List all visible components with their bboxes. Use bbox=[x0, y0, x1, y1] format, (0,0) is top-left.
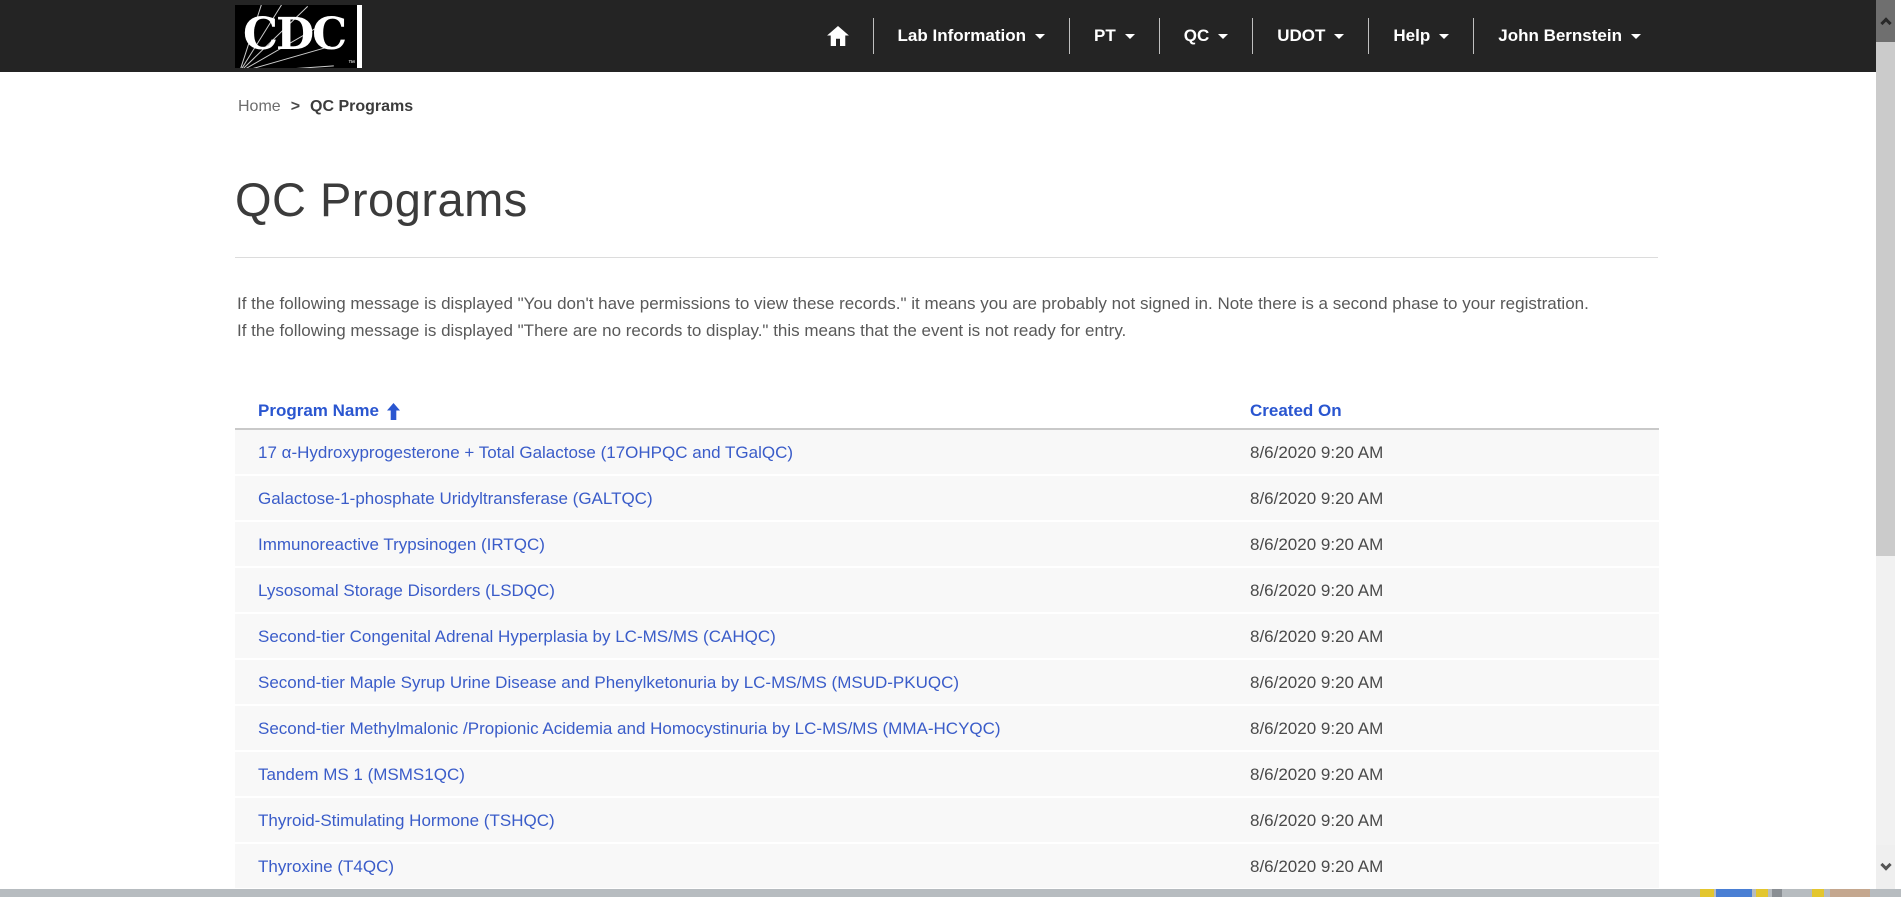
column-header-label: Program Name bbox=[258, 401, 379, 421]
title-divider bbox=[235, 257, 1658, 258]
cdc-logo[interactable]: CDC ™ bbox=[235, 5, 362, 68]
cdc-logo-trademark: ™ bbox=[348, 60, 355, 67]
chevron-up-icon bbox=[1880, 17, 1891, 28]
column-header-program-name[interactable]: Program Name bbox=[258, 401, 400, 421]
background-window-sliver bbox=[0, 889, 1901, 897]
table-row: 17 α-Hydroxyprogesterone + Total Galacto… bbox=[235, 430, 1659, 476]
top-navbar: CDC ™ Lab Information PT QC UDOT bbox=[0, 0, 1901, 72]
program-link[interactable]: Lysosomal Storage Disorders (LSDQC) bbox=[258, 581, 555, 601]
permissions-notice: If the following message is displayed "Y… bbox=[237, 291, 1635, 344]
nav-item-label: PT bbox=[1094, 26, 1116, 46]
table-row: Immunoreactive Trypsinogen (IRTQC) 8/6/2… bbox=[235, 522, 1659, 568]
cdc-logo-bar bbox=[357, 5, 362, 68]
chevron-down-icon bbox=[1439, 34, 1449, 39]
program-link[interactable]: Second-tier Maple Syrup Urine Disease an… bbox=[258, 673, 959, 693]
table-row: Galactose-1-phosphate Uridyltransferase … bbox=[235, 476, 1659, 522]
notice-line-2: If the following message is displayed "T… bbox=[237, 318, 1635, 345]
program-link[interactable]: Second-tier Methylmalonic /Propionic Aci… bbox=[258, 719, 1001, 739]
nav-item-lab-information[interactable]: Lab Information bbox=[874, 0, 1069, 72]
nav-item-label: QC bbox=[1184, 26, 1210, 46]
nav-item-help[interactable]: Help bbox=[1369, 0, 1473, 72]
table-row: Second-tier Maple Syrup Urine Disease an… bbox=[235, 660, 1659, 706]
created-on-value: 8/6/2020 9:20 AM bbox=[1250, 673, 1383, 693]
chevron-down-icon bbox=[1125, 34, 1135, 39]
nav-user-menu[interactable]: John Bernstein bbox=[1474, 0, 1665, 72]
scrollbar-thumb[interactable] bbox=[1876, 42, 1895, 556]
breadcrumb: Home > QC Programs bbox=[238, 98, 413, 116]
nav-item-label: Lab Information bbox=[898, 26, 1026, 46]
created-on-value: 8/6/2020 9:20 AM bbox=[1250, 811, 1383, 831]
nav-item-qc[interactable]: QC bbox=[1160, 0, 1253, 72]
table-row: Thyroid-Stimulating Hormone (TSHQC) 8/6/… bbox=[235, 798, 1659, 844]
nav-item-label: Help bbox=[1393, 26, 1430, 46]
program-link[interactable]: Tandem MS 1 (MSMS1QC) bbox=[258, 765, 465, 785]
table-row: Lysosomal Storage Disorders (LSDQC) 8/6/… bbox=[235, 568, 1659, 614]
created-on-value: 8/6/2020 9:20 AM bbox=[1250, 627, 1383, 647]
scroll-up-button[interactable] bbox=[1876, 0, 1895, 42]
created-on-value: 8/6/2020 9:20 AM bbox=[1250, 765, 1383, 785]
breadcrumb-current: QC Programs bbox=[310, 98, 413, 115]
sort-ascending-icon bbox=[387, 403, 400, 420]
program-link[interactable]: Galactose-1-phosphate Uridyltransferase … bbox=[258, 489, 653, 509]
breadcrumb-home-link[interactable]: Home bbox=[238, 98, 281, 115]
nav-item-pt[interactable]: PT bbox=[1070, 0, 1159, 72]
program-link[interactable]: 17 α-Hydroxyprogesterone + Total Galacto… bbox=[258, 443, 793, 463]
chevron-down-icon bbox=[1880, 859, 1891, 870]
created-on-value: 8/6/2020 9:20 AM bbox=[1250, 489, 1383, 509]
program-link[interactable]: Immunoreactive Trypsinogen (IRTQC) bbox=[258, 535, 545, 555]
created-on-value: 8/6/2020 9:20 AM bbox=[1250, 581, 1383, 601]
created-on-value: 8/6/2020 9:20 AM bbox=[1250, 857, 1383, 877]
chevron-down-icon bbox=[1334, 34, 1344, 39]
cdc-logo-text: CDC bbox=[243, 9, 345, 60]
nav-item-label: UDOT bbox=[1277, 26, 1325, 46]
chevron-down-icon bbox=[1218, 34, 1228, 39]
program-link[interactable]: Second-tier Congenital Adrenal Hyperplas… bbox=[258, 627, 776, 647]
main-nav: Lab Information PT QC UDOT Help John Ber… bbox=[803, 0, 1665, 72]
created-on-value: 8/6/2020 9:20 AM bbox=[1250, 535, 1383, 555]
nav-user-name: John Bernstein bbox=[1498, 26, 1622, 46]
notice-line-1: If the following message is displayed "Y… bbox=[237, 291, 1635, 318]
qc-programs-table: Program Name Created On 17 α-Hydroxyprog… bbox=[235, 392, 1659, 890]
home-icon bbox=[827, 26, 849, 46]
table-row: Second-tier Methylmalonic /Propionic Aci… bbox=[235, 706, 1659, 752]
page-title: QC Programs bbox=[235, 172, 528, 227]
nav-item-udot[interactable]: UDOT bbox=[1253, 0, 1368, 72]
table-row: Thyroxine (T4QC) 8/6/2020 9:20 AM bbox=[235, 844, 1659, 890]
created-on-value: 8/6/2020 9:20 AM bbox=[1250, 443, 1383, 463]
created-on-value: 8/6/2020 9:20 AM bbox=[1250, 719, 1383, 739]
program-link[interactable]: Thyroid-Stimulating Hormone (TSHQC) bbox=[258, 811, 555, 831]
scroll-down-button[interactable] bbox=[1876, 845, 1895, 889]
breadcrumb-separator: > bbox=[291, 98, 300, 115]
window-edge bbox=[1895, 0, 1901, 897]
table-row: Tandem MS 1 (MSMS1QC) 8/6/2020 9:20 AM bbox=[235, 752, 1659, 798]
column-header-created-on[interactable]: Created On bbox=[1250, 401, 1342, 421]
home-button[interactable] bbox=[803, 0, 873, 72]
chevron-down-icon bbox=[1631, 34, 1641, 39]
table-header-row: Program Name Created On bbox=[235, 392, 1659, 430]
program-link[interactable]: Thyroxine (T4QC) bbox=[258, 857, 394, 877]
table-row: Second-tier Congenital Adrenal Hyperplas… bbox=[235, 614, 1659, 660]
chevron-down-icon bbox=[1035, 34, 1045, 39]
